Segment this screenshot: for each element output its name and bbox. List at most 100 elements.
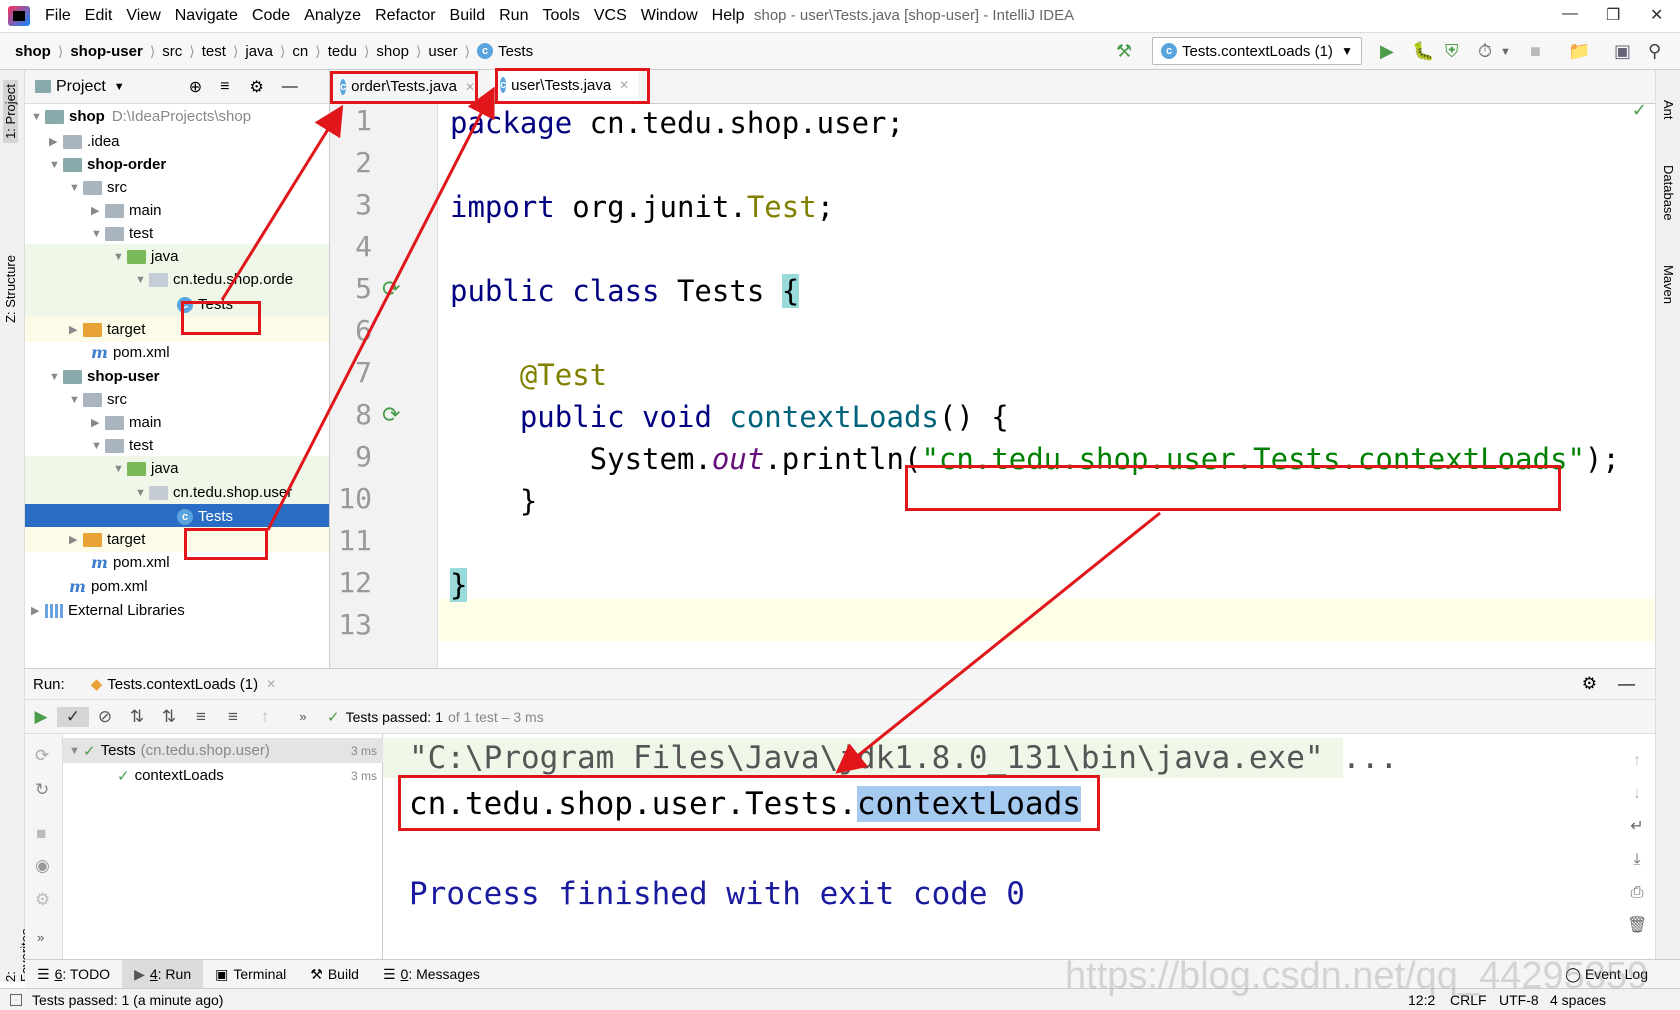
run-tab[interactable]: ◆ Tests.contextLoads (1) ✕ xyxy=(91,675,277,694)
console-output[interactable]: "C:\Program Files\Java\jdk1.8.0_131\bin\… xyxy=(383,734,1655,959)
breadcrumb-shop-user[interactable]: shop-user xyxy=(65,43,148,60)
project-tool-button[interactable]: 1: Project xyxy=(3,80,18,143)
settings-icon[interactable]: ⚙ xyxy=(35,890,50,910)
rerun-failed-icon[interactable]: ⟳ xyxy=(35,746,49,766)
tree-item-order-tests[interactable]: c Tests xyxy=(25,292,329,317)
project-view-select[interactable]: Project xyxy=(56,78,106,96)
breadcrumb-java[interactable]: java xyxy=(240,43,278,60)
maven-tool-button[interactable]: Maven xyxy=(1661,265,1676,304)
menu-tools[interactable]: Tools xyxy=(535,7,586,25)
camera-icon[interactable]: ◉ xyxy=(35,856,50,876)
tree-item-user-target[interactable]: ▶ target xyxy=(25,527,329,552)
ant-tool-button[interactable]: Ant xyxy=(1661,100,1676,120)
tree-item-external-libraries[interactable]: ▶ External Libraries xyxy=(25,598,329,623)
chevron-down-icon[interactable]: ▼ xyxy=(114,81,125,93)
menu-analyze[interactable]: Analyze xyxy=(297,7,368,25)
tree-item-order-main[interactable]: ▶ main xyxy=(25,198,329,223)
database-tool-button[interactable]: Database xyxy=(1661,165,1676,221)
sort-duration-icon[interactable]: ⇅ xyxy=(153,707,185,727)
close-icon[interactable]: ✕ xyxy=(266,677,276,691)
hide-panel-icon[interactable]: — xyxy=(1618,674,1635,694)
collapse-all-icon[interactable]: ≡ xyxy=(220,78,229,96)
restore-icon[interactable]: ❐ xyxy=(1606,5,1620,25)
tree-item-order-test[interactable]: ▼ test xyxy=(25,221,329,246)
tree-item-order-src[interactable]: ▼ src xyxy=(25,175,329,200)
menu-build[interactable]: Build xyxy=(443,7,493,25)
project-structure-icon[interactable]: 📁 xyxy=(1568,41,1590,62)
tree-item-idea[interactable]: ▶ .idea xyxy=(25,129,329,154)
tree-item-shop-user[interactable]: ▼ shop-user xyxy=(25,364,329,389)
breadcrumb-tests[interactable]: c Tests xyxy=(472,43,538,60)
stop-icon[interactable]: ■ xyxy=(1530,41,1541,62)
gear-icon[interactable]: ⚙ xyxy=(249,77,263,97)
breadcrumb-src[interactable]: src xyxy=(157,43,187,60)
menu-code[interactable]: Code xyxy=(245,7,297,25)
sort-alpha-icon[interactable]: ⇅ xyxy=(121,707,153,727)
profile-icon[interactable]: ⏱ xyxy=(1478,41,1492,62)
soft-wrap-icon[interactable]: ↵ xyxy=(1627,810,1647,843)
tree-item-user-pom[interactable]: m pom.xml xyxy=(25,550,329,575)
tab-terminal[interactable]: ▣ Terminal xyxy=(203,966,298,983)
collapse-all-icon[interactable]: ≡ xyxy=(217,707,249,727)
show-ignored-icon[interactable]: ⊘ xyxy=(89,707,121,727)
toggle-auto-test-icon[interactable]: ↻ xyxy=(35,780,49,800)
breadcrumb-shop-pkg[interactable]: shop xyxy=(371,43,414,60)
search-icon[interactable]: ⚲ xyxy=(1648,41,1661,62)
menu-file[interactable]: File xyxy=(38,7,78,25)
tree-item-order-package[interactable]: ▼ cn.tedu.shop.orde xyxy=(25,267,329,292)
debug-icon[interactable]: 🐛 xyxy=(1412,41,1434,62)
breadcrumb-tedu[interactable]: tedu xyxy=(323,43,362,60)
menu-window[interactable]: Window xyxy=(634,7,705,25)
tree-item-user-package[interactable]: ▼ cn.tedu.shop.user xyxy=(25,480,329,505)
tree-item-user-tests[interactable]: c Tests xyxy=(25,504,329,529)
run-icon[interactable]: ▶ xyxy=(1380,41,1394,62)
up-arrow-icon[interactable]: ↑ xyxy=(1627,744,1647,777)
toggle-tool-windows-icon[interactable] xyxy=(10,993,22,1006)
structure-tool-button[interactable]: Z: Structure xyxy=(3,255,18,323)
tree-item-user-main[interactable]: ▶ main xyxy=(25,410,329,435)
tree-item-shop-order[interactable]: ▼ shop-order xyxy=(25,152,329,177)
tab-messages[interactable]: ☰ 0: Messages xyxy=(371,966,492,983)
show-passed-icon[interactable]: ✓ xyxy=(57,706,89,727)
more-icon[interactable]: » xyxy=(287,709,319,724)
menu-edit[interactable]: Edit xyxy=(78,7,120,25)
close-window-icon[interactable]: ✕ xyxy=(1650,5,1663,25)
coverage-icon[interactable]: ⛨ xyxy=(1445,41,1459,62)
tab-build[interactable]: ⚒ Build xyxy=(298,966,371,983)
menu-help[interactable]: Help xyxy=(705,7,752,25)
scroll-end-icon[interactable]: ⤓ xyxy=(1627,843,1647,876)
rerun-icon[interactable]: ▶ xyxy=(25,707,57,727)
minimize-icon[interactable]: — xyxy=(1562,5,1578,23)
expand-all-icon[interactable]: ≡ xyxy=(185,707,217,727)
run-gutter-icon[interactable]: ⟳ xyxy=(382,402,400,428)
locate-icon[interactable]: ⊕ xyxy=(189,77,202,97)
menu-vcs[interactable]: VCS xyxy=(587,7,634,25)
tab-run[interactable]: ▶ 4: Run xyxy=(122,959,204,989)
menu-run[interactable]: Run xyxy=(492,7,535,25)
test-case-row[interactable]: ✓ contextLoads 3 ms xyxy=(63,763,383,788)
chevron-down-icon[interactable]: ▼ xyxy=(1500,46,1511,58)
menu-view[interactable]: View xyxy=(119,7,167,25)
down-arrow-icon[interactable]: ↓ xyxy=(1627,777,1647,810)
code-editor[interactable]: 1 2 3 4 5 6 7 8 9 10 11 12 13 ⟳ ⟳ packag… xyxy=(330,104,1655,668)
terminal-window-icon[interactable]: ▣ xyxy=(1614,41,1631,62)
breadcrumb-cn[interactable]: cn xyxy=(287,43,313,60)
tab-todo[interactable]: ☰ 6: TODO xyxy=(25,966,122,983)
run-configuration-select[interactable]: c Tests.contextLoads (1) ▼ xyxy=(1152,37,1362,65)
run-gutter-icon[interactable]: ⟳ xyxy=(382,276,400,302)
tree-item-order-java[interactable]: ▼ java xyxy=(25,244,329,269)
breadcrumb-user[interactable]: user xyxy=(423,43,462,60)
breadcrumb-shop[interactable]: shop xyxy=(10,43,56,60)
menu-navigate[interactable]: Navigate xyxy=(168,7,245,25)
previous-test-icon[interactable]: ↑ xyxy=(249,707,281,727)
tree-item-user-java[interactable]: ▼ java xyxy=(25,456,329,481)
tree-item-shop[interactable]: ▼ shop D:\IdeaProjects\shop xyxy=(25,104,329,129)
tree-item-user-src[interactable]: ▼ src xyxy=(25,387,329,412)
more-icon[interactable]: » xyxy=(37,930,44,945)
tree-item-order-pom[interactable]: m pom.xml xyxy=(25,340,329,365)
breadcrumb-test[interactable]: test xyxy=(197,43,231,60)
build-hammer-icon[interactable]: ⚒ xyxy=(1116,41,1132,62)
gear-icon[interactable]: ⚙ xyxy=(1582,674,1597,694)
tree-item-user-test[interactable]: ▼ test xyxy=(25,433,329,458)
menu-refactor[interactable]: Refactor xyxy=(368,7,442,25)
